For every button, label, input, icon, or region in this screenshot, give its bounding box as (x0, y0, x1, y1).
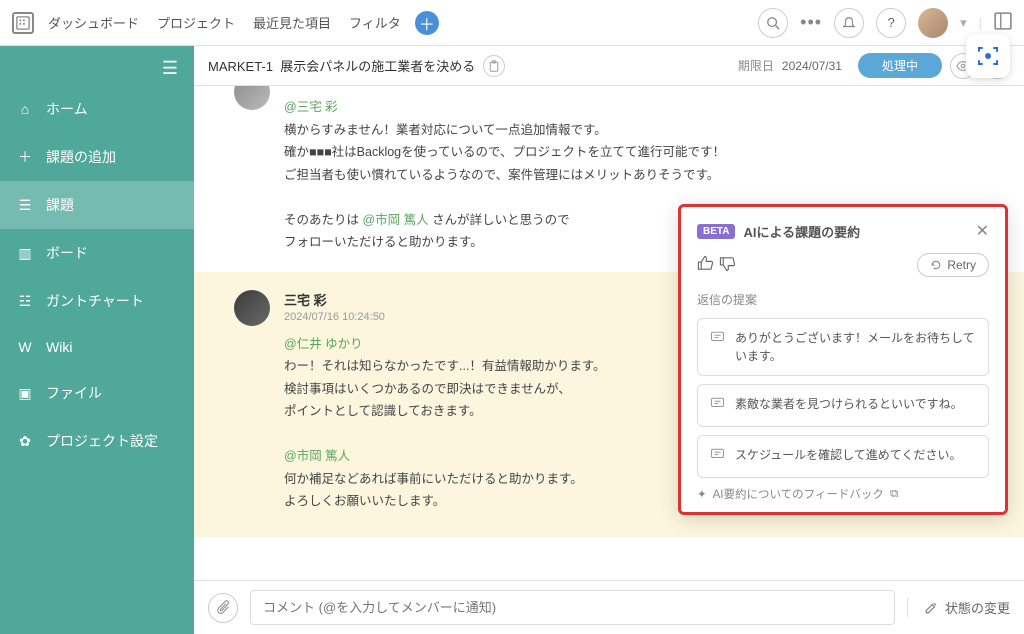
reply-icon (710, 447, 725, 467)
issue-header-bar: MARKET-1 展示会パネルの施工業者を決める 期限日 2024/07/31 … (194, 46, 1024, 86)
ai-scan-button[interactable] (966, 34, 1010, 78)
ai-suggestion-item[interactable]: スケジュールを確認して進めてください。 (697, 435, 989, 478)
sidebar-toggle-icon[interactable]: ☰ (146, 46, 194, 85)
sidebar-item-issues[interactable]: ☰ 課題 (0, 181, 194, 229)
due-date-label: 期限日 (738, 57, 774, 74)
sidebar-item-home[interactable]: ⌂ ホーム (0, 85, 194, 133)
user-menu-chevron-icon[interactable]: ▾ (960, 15, 967, 31)
sidebar-item-label: ボード (46, 243, 88, 263)
notifications-icon[interactable] (834, 8, 864, 38)
retry-button[interactable]: Retry (917, 253, 989, 277)
plus-icon: ＋ (16, 147, 34, 167)
ai-summary-panel: BETA AIによる課題の要約 ✕ Retry 返信の提案 (678, 204, 1008, 515)
ai-suggestion-item[interactable]: 素敵な業者を見つけられるといいですね。 (697, 384, 989, 427)
comment-input[interactable] (250, 590, 895, 625)
issue-key: MARKET-1 (208, 59, 273, 74)
external-icon: ⧉ (890, 488, 898, 501)
sparkle-icon: ✦ (697, 487, 707, 501)
thumbs-up-icon[interactable] (697, 255, 719, 276)
sidebar-item-label: ガントチャート (46, 291, 144, 311)
global-nav: ダッシュボード プロジェクト 最近見た項目 フィルタ (48, 13, 401, 32)
mention[interactable]: @市岡 篤人 (362, 213, 428, 227)
ai-suggestion-item[interactable]: ありがとうございます！メールをお待ちしています。 (697, 318, 989, 376)
global-add-button[interactable]: ＋ (415, 11, 439, 35)
gear-icon: ✿ (16, 433, 34, 450)
change-status-button[interactable]: 状態の変更 (907, 598, 1010, 617)
status-pill[interactable]: 処理中 (858, 53, 942, 78)
more-menu-icon[interactable]: ••• (800, 12, 822, 33)
wiki-icon: W (16, 339, 34, 355)
due-date-value: 2024/07/31 (782, 59, 842, 73)
folder-icon: ▣ (16, 385, 34, 402)
ai-feedback-link[interactable]: ✦ AI要約についてのフィードバック ⧉ (697, 486, 989, 502)
mention[interactable]: @仁井 ゆかり (284, 337, 363, 351)
sidebar-item-gantt[interactable]: ☳ ガントチャート (0, 277, 194, 325)
gantt-icon: ☳ (16, 293, 34, 310)
sidebar-item-label: ファイル (46, 383, 102, 403)
project-sidebar: ☰ ⌂ ホーム ＋ 課題の追加 ☰ 課題 ▥ ボード ☳ ガントチャート W W… (0, 46, 194, 634)
mention[interactable]: @三宅 彩 (284, 100, 338, 114)
sidebar-item-settings[interactable]: ✿ プロジェクト設定 (0, 417, 194, 465)
beta-badge: BETA (697, 224, 735, 239)
ai-panel-title: AIによる課題の要約 (743, 222, 860, 241)
nav-filter[interactable]: フィルタ (349, 13, 401, 32)
mention[interactable]: @市岡 篤人 (284, 449, 350, 463)
reply-icon (710, 330, 725, 350)
project-logo-icon[interactable] (12, 12, 34, 34)
clipboard-icon[interactable] (483, 55, 505, 77)
thumbs-down-icon[interactable] (719, 255, 741, 276)
sidebar-item-label: ホーム (46, 99, 88, 119)
sidebar-item-board[interactable]: ▥ ボード (0, 229, 194, 277)
sidebar-item-wiki[interactable]: W Wiki (0, 325, 194, 369)
close-icon[interactable]: ✕ (976, 221, 989, 241)
comment-avatar (234, 86, 270, 110)
comment-compose-bar: 状態の変更 (194, 580, 1024, 634)
home-icon: ⌂ (16, 101, 34, 117)
user-avatar[interactable] (918, 8, 948, 38)
nav-recent[interactable]: 最近見た項目 (253, 13, 331, 32)
ai-suggestions-heading: 返信の提案 (697, 291, 989, 308)
sidebar-item-label: Wiki (46, 339, 72, 355)
reply-icon (710, 396, 725, 416)
global-topbar: ダッシュボード プロジェクト 最近見た項目 フィルタ ＋ ••• ? ▾ | (0, 0, 1024, 46)
sidebar-item-label: 課題 (46, 195, 74, 215)
issue-title: 展示会パネルの施工業者を決める (280, 59, 475, 74)
sidebar-item-add-issue[interactable]: ＋ 課題の追加 (0, 133, 194, 181)
board-icon: ▥ (16, 245, 34, 262)
sidebar-item-label: 課題の追加 (46, 147, 116, 167)
attachment-icon[interactable] (208, 593, 238, 623)
main-panel: MARKET-1 展示会パネルの施工業者を決める 期限日 2024/07/31 … (194, 46, 1024, 634)
help-icon[interactable]: ? (876, 8, 906, 38)
comment-avatar (234, 290, 270, 326)
app-switcher-icon[interactable] (994, 12, 1012, 33)
list-icon: ☰ (16, 197, 34, 214)
sidebar-item-files[interactable]: ▣ ファイル (0, 369, 194, 417)
search-icon[interactable] (758, 8, 788, 38)
nav-project[interactable]: プロジェクト (157, 13, 235, 32)
nav-dashboard[interactable]: ダッシュボード (48, 13, 139, 32)
sidebar-item-label: プロジェクト設定 (46, 431, 158, 451)
